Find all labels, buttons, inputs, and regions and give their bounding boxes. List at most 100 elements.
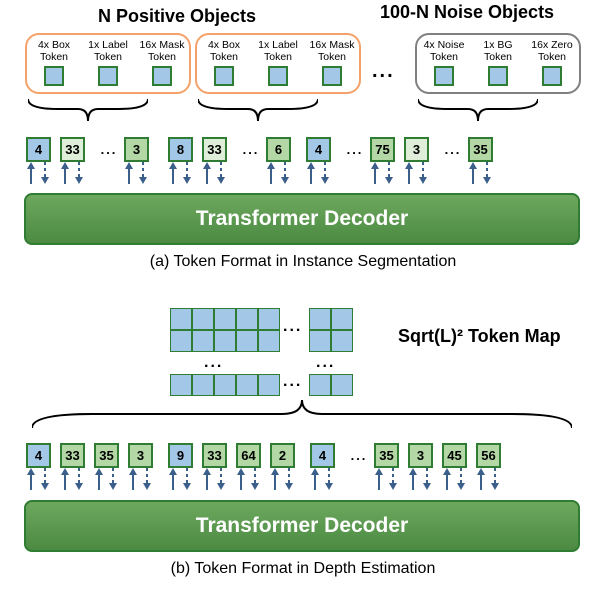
ellipsis: ... xyxy=(204,354,223,372)
pos-col: 4x BoxToken xyxy=(201,39,247,86)
token-cell: 2 xyxy=(270,443,295,468)
ellipsis: ... xyxy=(236,137,266,162)
arrow-down-icon xyxy=(421,468,433,490)
arrow-down-icon xyxy=(489,468,501,490)
token-cell: 33 xyxy=(60,137,85,162)
token-box-icon xyxy=(152,66,172,86)
arrow-down-icon xyxy=(387,468,399,490)
arrow-down-icon xyxy=(39,468,51,490)
brace-down-icon xyxy=(28,97,148,130)
ellipsis: ... xyxy=(438,137,468,162)
arrow-up-icon xyxy=(373,468,385,490)
noise-col: 4x NoiseToken xyxy=(421,39,467,86)
arrow-down-icon xyxy=(481,162,493,184)
token-cell: 45 xyxy=(442,443,467,468)
arrow-up-icon xyxy=(167,162,179,184)
arrow-down-icon xyxy=(417,162,429,184)
arrow-up-icon xyxy=(201,162,213,184)
ellipsis: ... xyxy=(283,318,302,336)
pos-col: 16x MaskToken xyxy=(139,39,185,86)
noise-col: 16x ZeroToken xyxy=(529,39,575,86)
token-cell: 3 xyxy=(124,137,149,162)
arrow-up-icon xyxy=(305,162,317,184)
arrow-down-icon xyxy=(319,162,331,184)
positive-group-1: 4x BoxToken 1x LabelToken 16x MaskToken xyxy=(25,33,191,94)
token-cell: 4 xyxy=(26,443,51,468)
token-cell: 35 xyxy=(94,443,119,468)
depth-token-row: 4333539336424...3534556 xyxy=(26,443,510,468)
arrow-down-icon xyxy=(141,468,153,490)
token-map-row xyxy=(170,330,280,352)
arrow-down-icon xyxy=(181,162,193,184)
pos-col: 1x LabelToken xyxy=(255,39,301,86)
pos-col: 4x BoxToken xyxy=(31,39,77,86)
ellipsis: ... xyxy=(372,60,395,83)
arrow-up-icon xyxy=(25,162,37,184)
arrow-down-icon xyxy=(137,162,149,184)
token-cell: 3 xyxy=(404,137,429,162)
transformer-decoder-a: Transformer Decoder xyxy=(24,193,580,245)
token-box-icon xyxy=(268,66,288,86)
pos-col: 16x MaskToken xyxy=(309,39,355,86)
caption-a: (a) Token Format in Instance Segmentatio… xyxy=(0,253,606,271)
token-cell: 3 xyxy=(128,443,153,468)
arrow-down-icon xyxy=(39,162,51,184)
token-cell: 56 xyxy=(476,443,501,468)
arrow-up-icon xyxy=(235,468,247,490)
brace-down-icon xyxy=(418,97,538,130)
token-map-label: Sqrt(L)² Token Map xyxy=(398,326,561,347)
arrow-down-icon xyxy=(73,468,85,490)
arrow-down-icon xyxy=(455,468,467,490)
arrow-down-icon xyxy=(73,162,85,184)
arrow-up-icon xyxy=(127,468,139,490)
transformer-decoder-b: Transformer Decoder xyxy=(24,500,580,552)
arrow-up-icon xyxy=(309,468,321,490)
arrow-down-icon xyxy=(107,468,119,490)
token-box-icon xyxy=(322,66,342,86)
arrow-up-icon xyxy=(467,162,479,184)
arrow-down-icon xyxy=(215,162,227,184)
arrow-up-icon xyxy=(403,162,415,184)
token-box-icon xyxy=(98,66,118,86)
instance-token-row: 433...3833...64...753...35 xyxy=(26,137,502,162)
token-cell: 35 xyxy=(374,443,399,468)
ellipsis: ... xyxy=(316,354,335,372)
arrow-up-icon xyxy=(25,468,37,490)
arrow-up-icon xyxy=(475,468,487,490)
brace-up-icon xyxy=(32,398,572,437)
brace-down-icon xyxy=(198,97,318,130)
arrow-up-icon xyxy=(167,468,179,490)
token-cell: 75 xyxy=(370,137,395,162)
token-cell: 8 xyxy=(168,137,193,162)
token-cell: 3 xyxy=(408,443,433,468)
token-cell: 64 xyxy=(236,443,261,468)
token-map-row xyxy=(309,374,353,396)
arrow-up-icon xyxy=(59,468,71,490)
arrow-down-icon xyxy=(323,468,335,490)
arrow-up-icon xyxy=(269,468,281,490)
arrow-up-icon xyxy=(201,468,213,490)
token-box-icon xyxy=(434,66,454,86)
token-map-row xyxy=(170,308,280,330)
caption-b: (b) Token Format in Depth Estimation xyxy=(0,560,606,578)
token-cell: 4 xyxy=(306,137,331,162)
noise-col: 1x BGToken xyxy=(475,39,521,86)
token-box-icon xyxy=(542,66,562,86)
ellipsis: ... xyxy=(340,137,370,162)
token-cell: 9 xyxy=(168,443,193,468)
arrow-up-icon xyxy=(407,468,419,490)
token-cell: 33 xyxy=(202,443,227,468)
arrow-up-icon xyxy=(441,468,453,490)
token-cell: 4 xyxy=(310,443,335,468)
arrow-up-icon xyxy=(59,162,71,184)
token-map-row xyxy=(170,374,280,396)
arrow-down-icon xyxy=(383,162,395,184)
arrow-up-icon xyxy=(265,162,277,184)
arrow-down-icon xyxy=(181,468,193,490)
token-box-icon xyxy=(214,66,234,86)
ellipsis: ... xyxy=(283,373,302,391)
noise-group: 4x NoiseToken 1x BGToken 16x ZeroToken xyxy=(415,33,581,94)
ellipsis: ... xyxy=(94,137,124,162)
token-box-icon xyxy=(44,66,64,86)
token-map-row xyxy=(309,330,353,352)
